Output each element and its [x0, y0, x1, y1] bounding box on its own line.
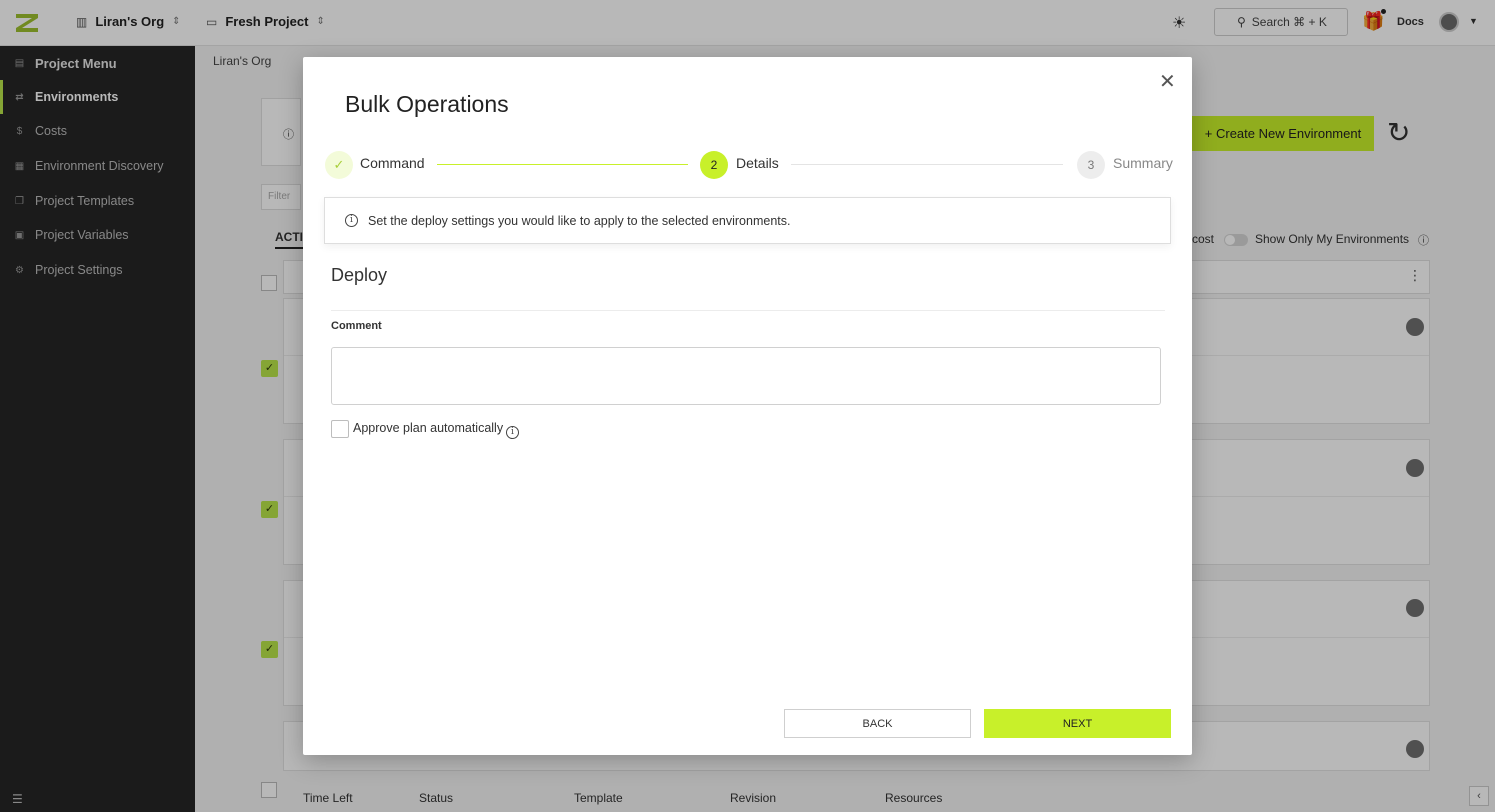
- info-icon: i: [345, 214, 358, 227]
- comment-label: Comment: [331, 320, 382, 332]
- step-summary-indicator: 3: [1077, 151, 1105, 179]
- step-command-indicator: ✓: [325, 151, 353, 179]
- next-button[interactable]: NEXT: [984, 709, 1171, 738]
- step-details-indicator: 2: [700, 151, 728, 179]
- comment-input[interactable]: [331, 347, 1161, 405]
- approve-plan-label[interactable]: Approve plan automatically: [353, 421, 503, 435]
- dialog-title: Bulk Operations: [345, 91, 509, 117]
- info-icon-glyph: i: [506, 426, 519, 439]
- step-connector-done: [437, 164, 688, 165]
- back-button[interactable]: BACK: [784, 709, 971, 738]
- step-command-label: Command: [360, 155, 425, 171]
- info-banner: i Set the deploy settings you would like…: [324, 197, 1171, 244]
- step-summary-label: Summary: [1113, 155, 1173, 171]
- step-connector: [791, 164, 1063, 165]
- approve-plan-checkbox[interactable]: [331, 420, 349, 438]
- divider: [331, 310, 1165, 311]
- info-text: Set the deploy settings you would like t…: [368, 213, 791, 228]
- section-title: Deploy: [331, 265, 388, 285]
- close-icon[interactable]: ✕: [1159, 72, 1176, 92]
- step-details-label: Details: [736, 155, 779, 171]
- info-icon[interactable]: i: [506, 421, 519, 439]
- bulk-operations-dialog: Bulk Operations ✕ ✓ Command 2 Details 3 …: [303, 57, 1192, 755]
